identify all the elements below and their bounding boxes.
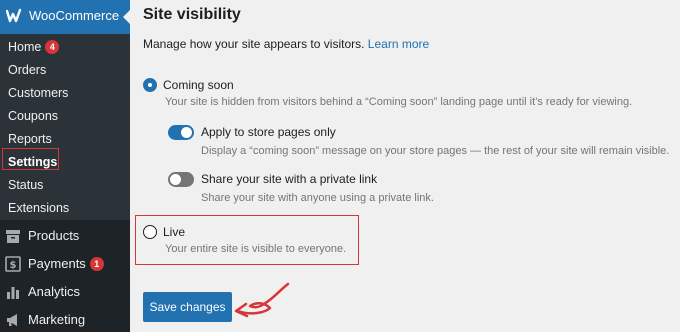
sidebar-item-products[interactable]: Products <box>0 222 130 250</box>
submenu-item-reports[interactable]: Reports <box>8 131 52 147</box>
coming-soon-radio[interactable] <box>143 78 157 92</box>
live-label[interactable]: Live <box>163 225 185 239</box>
admin-sidebar: WooCommerce Home 4 Orders Customers Coupo… <box>0 0 131 332</box>
learn-more-link[interactable]: Learn more <box>368 37 429 51</box>
live-radio[interactable] <box>143 225 157 239</box>
page-title: Site visibility <box>143 6 241 23</box>
store-pages-toggle[interactable] <box>168 125 194 140</box>
woocommerce-logo-icon <box>6 8 22 23</box>
payments-count-badge: 1 <box>89 257 104 271</box>
store-pages-help: Display a “coming soon” message on your … <box>201 145 670 157</box>
submenu-item-status[interactable]: Status <box>8 177 43 193</box>
bar-chart-icon <box>7 287 19 299</box>
toggle-knob <box>170 174 181 185</box>
private-link-label[interactable]: Share your site with a private link <box>201 172 377 186</box>
coming-soon-help: Your site is hidden from visitors behind… <box>165 96 633 108</box>
submenu-item-home[interactable]: Home 4 <box>8 39 60 55</box>
store-pages-label[interactable]: Apply to store pages only <box>201 125 336 139</box>
sidebar-item-payments[interactable]: $ Payments 1 <box>0 250 130 278</box>
submenu-item-extensions[interactable]: Extensions <box>8 200 69 216</box>
coming-soon-label[interactable]: Coming soon <box>163 78 234 92</box>
submenu-item-orders[interactable]: Orders <box>8 62 46 78</box>
sidebar-item-analytics[interactable]: Analytics <box>0 278 130 306</box>
sidebar-item-marketing[interactable]: Marketing <box>0 306 130 332</box>
svg-text:$: $ <box>10 260 17 271</box>
section-description: Manage how your site appears to visitors… <box>143 37 430 51</box>
woocommerce-submenu: Home 4 Orders Customers Coupons Reports S… <box>0 34 130 220</box>
submenu-item-coupons[interactable]: Coupons <box>8 108 58 124</box>
settings-highlight-box <box>2 148 59 170</box>
annotation-arrow-icon <box>234 282 290 318</box>
woocommerce-menu-title: WooCommerce <box>29 8 120 23</box>
save-changes-button[interactable]: Save changes <box>143 292 232 322</box>
sidebar-item-label: Analytics <box>28 284 81 299</box>
megaphone-icon <box>7 314 17 326</box>
sidebar-item-label: Payments 1 <box>28 256 104 271</box>
submenu-item-customers[interactable]: Customers <box>8 85 68 101</box>
toggle-knob <box>181 127 192 138</box>
woocommerce-menu-header[interactable]: WooCommerce <box>0 0 131 34</box>
sidebar-item-label: Marketing <box>28 312 86 327</box>
submenu-item-label: Home <box>8 40 42 54</box>
home-count-badge: 4 <box>45 40 60 54</box>
live-help: Your entire site is visible to everyone. <box>165 243 347 255</box>
archive-icon <box>6 230 20 243</box>
sidebar-item-label: Products <box>28 228 80 243</box>
live-highlight-box <box>135 215 359 265</box>
settings-content: Site visibility Manage how your site app… <box>130 0 680 332</box>
private-link-help: Share your site with anyone using a priv… <box>201 192 434 204</box>
dollar-icon: $ <box>5 256 21 272</box>
private-link-toggle[interactable] <box>168 172 194 187</box>
